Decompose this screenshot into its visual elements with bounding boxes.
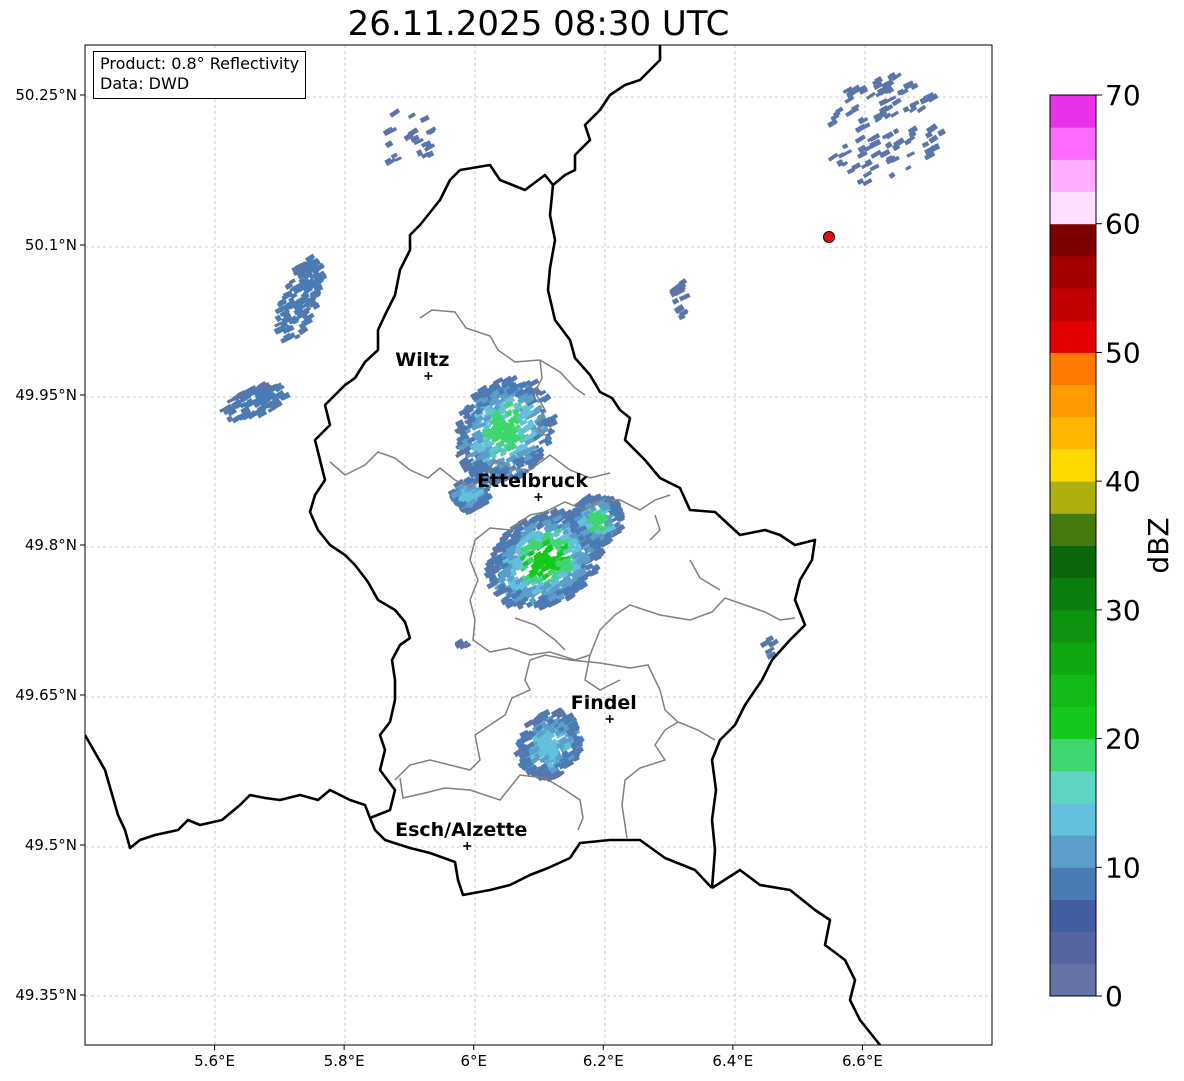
dbz-colorbar: 0 10 20 30 40 50 60 70 dBZ [1049, 79, 1175, 1013]
colorbar-segment [1050, 899, 1096, 933]
lon-tick-label: 6.2°E [583, 1052, 624, 1070]
lat-tick-label: 49.8°N [25, 536, 77, 554]
lat-tick-label: 49.35°N [15, 986, 77, 1004]
colorbar-segment [1050, 642, 1096, 675]
colorbar-segment [1050, 674, 1096, 707]
colorbar-tick-label: 50 [1105, 336, 1141, 369]
colorbar-tick-label: 30 [1105, 594, 1141, 627]
place-label: Findel [571, 692, 637, 714]
latitude-tick-labels: 50.25°N 50.1°N 49.95°N 49.8°N 49.65°N 49.5°N 4… [15, 86, 85, 1004]
place-label: Wiltz [395, 349, 449, 371]
lat-tick-label: 49.5°N [25, 836, 77, 854]
lat-tick-label: 49.65°N [15, 686, 77, 704]
radar-map-figure: 26.11.2025 08:30 UTC Wiltz Ettelbruck Fi… [0, 0, 1184, 1081]
colorbar-tick-label: 20 [1105, 723, 1141, 756]
colorbar-segment [1050, 223, 1096, 257]
colorbar-segment [1050, 545, 1096, 579]
colorbar-segment [1050, 191, 1096, 225]
radar-site-marker [823, 231, 835, 243]
colorbar-segment [1050, 481, 1096, 514]
colorbar-segment [1050, 127, 1096, 160]
lon-tick-label: 6.6°E [842, 1052, 883, 1070]
lon-tick-label: 5.6°E [194, 1052, 235, 1070]
map-canvas: WiltzEttelbruckFindelEsch/Alzette 5.6°E 5… [15, 44, 1175, 1070]
colorbar-segment [1050, 706, 1096, 740]
colorbar-segment [1050, 95, 1096, 128]
lat-tick-label: 50.25°N [15, 86, 77, 104]
colorbar-segment [1050, 738, 1096, 772]
colorbar-label: dBZ [1142, 517, 1175, 573]
lon-tick-label: 5.8°E [324, 1052, 365, 1070]
colorbar-tick-label: 10 [1105, 851, 1141, 884]
lat-tick-label: 50.1°N [25, 236, 77, 254]
colorbar-segment [1050, 963, 1096, 997]
longitude-tick-labels: 5.6°E 5.8°E 6°E 6.2°E 6.4°E 6.6°E [194, 1045, 883, 1070]
colorbar-segment [1050, 802, 1096, 836]
product-info-box: Product: 0.8° Reflectivity Data: DWD [93, 51, 307, 99]
colorbar-segment [1050, 448, 1096, 482]
colorbar-segment [1050, 288, 1096, 321]
map-plot-area: Wiltz Ettelbruck Findel Esch/Alzette [85, 45, 992, 1045]
colorbar-segment [1050, 159, 1096, 193]
colorbar-tick-label: 60 [1105, 208, 1141, 241]
colorbar-tick-label: 0 [1105, 980, 1123, 1013]
colorbar-segment [1050, 770, 1096, 804]
colorbar-segment [1050, 352, 1096, 386]
colorbar-segment [1050, 320, 1096, 353]
colorbar-segment [1050, 416, 1096, 450]
colorbar-segment [1050, 867, 1096, 900]
colorbar-tick-label: 40 [1105, 465, 1141, 498]
colorbar-segment [1050, 255, 1096, 289]
colorbar-segment [1050, 609, 1096, 643]
product-line: Product: 0.8° Reflectivity [100, 54, 300, 73]
data-source-line: Data: DWD [100, 74, 190, 93]
colorbar-segment [1050, 384, 1096, 418]
lat-tick-label: 49.95°N [15, 386, 77, 404]
place-label: Esch/Alzette [395, 819, 527, 841]
colorbar-segment [1050, 835, 1096, 868]
colorbar-segment [1050, 577, 1096, 611]
lon-tick-label: 6°E [460, 1052, 487, 1070]
lon-tick-label: 6.4°E [712, 1052, 753, 1070]
colorbar-tick-label: 70 [1105, 79, 1141, 112]
colorbar-segment [1050, 931, 1096, 965]
place-label: Ettelbruck [477, 470, 588, 492]
colorbar-segment [1050, 513, 1096, 546]
